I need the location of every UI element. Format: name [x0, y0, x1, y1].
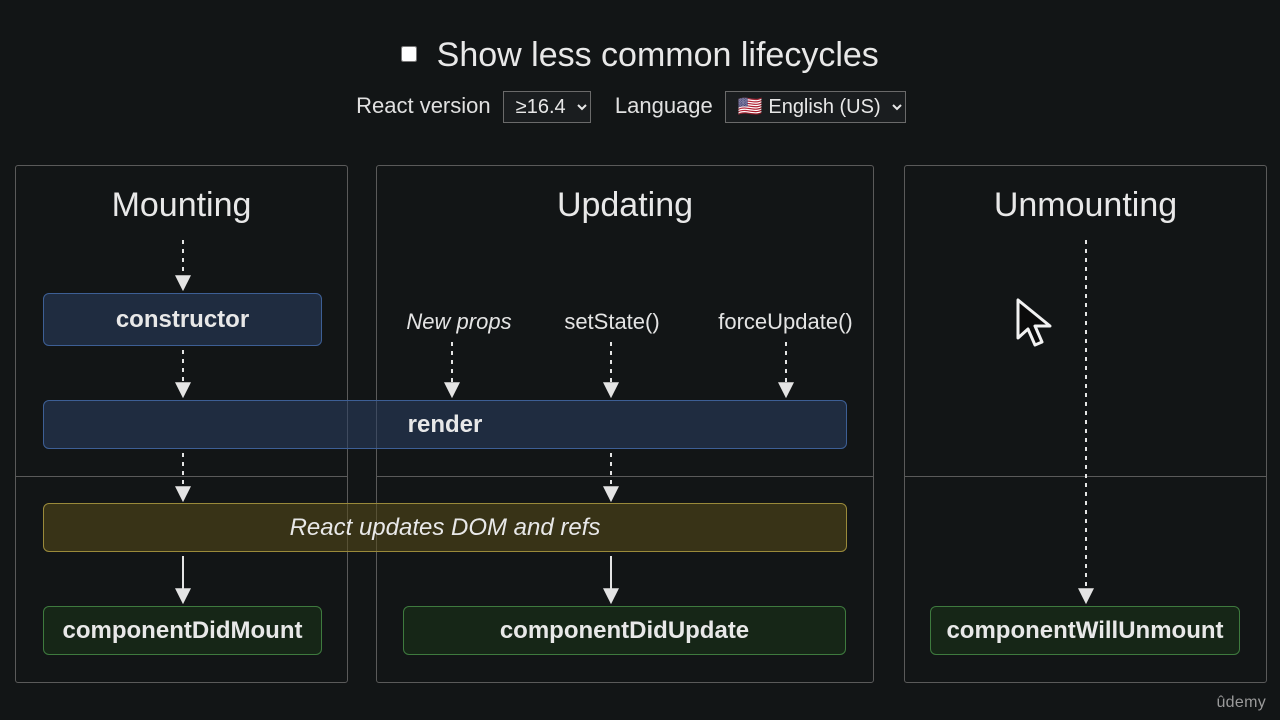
box-constructor[interactable]: constructor: [43, 293, 322, 346]
column-mounting-title: Mounting: [16, 186, 347, 225]
box-component-did-update[interactable]: componentDidUpdate: [403, 606, 846, 655]
language-label: Language: [615, 93, 713, 118]
box-component-will-unmount[interactable]: componentWillUnmount: [930, 606, 1240, 655]
column-unmounting-title: Unmounting: [905, 186, 1266, 225]
react-version-select[interactable]: ≥16.4: [503, 91, 591, 123]
react-version-label: React version: [356, 93, 491, 118]
trigger-setstate: setState(): [557, 309, 667, 335]
language-select[interactable]: 🇺🇸 English (US): [725, 91, 906, 123]
box-render[interactable]: render: [43, 400, 847, 449]
toggle-checkbox[interactable]: [401, 46, 417, 62]
toggle-less-common-lifecycles: Show less common lifecycles: [0, 36, 1280, 75]
trigger-forceupdate: forceUpdate(): [703, 309, 868, 335]
toggle-label: Show less common lifecycles: [437, 36, 879, 74]
brand-logo: ûdemy: [1216, 694, 1266, 712]
column-unmounting-divider: [905, 476, 1266, 477]
column-updating-divider: [377, 476, 873, 477]
trigger-new-props: New props: [399, 309, 519, 335]
column-updating-title: Updating: [377, 186, 873, 225]
column-mounting-divider: [16, 476, 347, 477]
box-dom-update: React updates DOM and refs: [43, 503, 847, 552]
box-component-did-mount[interactable]: componentDidMount: [43, 606, 322, 655]
